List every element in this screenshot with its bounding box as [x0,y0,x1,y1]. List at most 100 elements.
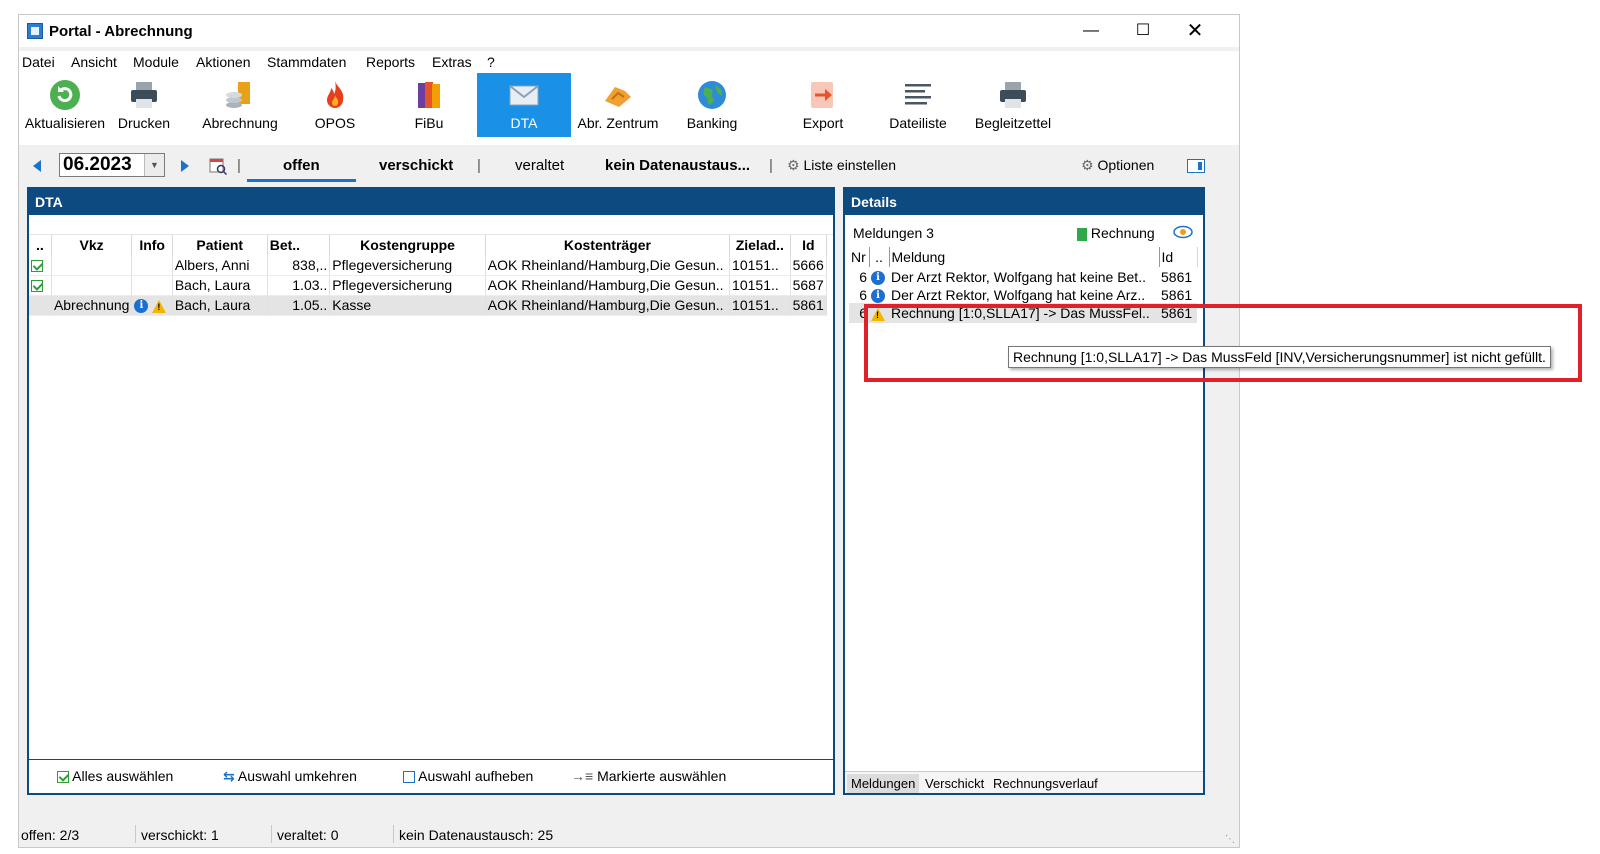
col-kostengruppe[interactable]: Kostengruppe [329,235,486,255]
info-icon: i [871,289,885,304]
dta-button[interactable]: DTA [477,73,571,137]
panel-toggle-icon[interactable] [1187,159,1205,173]
maximize-button[interactable]: ☐ [1123,19,1163,43]
col-type[interactable]: .. [869,247,890,267]
calendar-search-icon[interactable] [209,157,227,175]
table-row[interactable]: Bach, Laura 1.03.. Pflegeversicherung AO… [29,275,828,296]
tab-rechnungsverlauf[interactable]: Rechnungsverlauf [989,774,1102,793]
tab-kein-datenaustausch[interactable]: kein Datenaustaus... [605,157,750,174]
menu-aktionen[interactable]: Aktionen [196,54,250,70]
handshake-icon [605,87,631,107]
tab-verschickt-details[interactable]: Verschickt [921,774,988,793]
col-patient[interactable]: Patient [172,235,268,255]
gear-icon: ⚙ [787,157,800,173]
row-checkbox[interactable] [29,255,52,276]
aktualisieren-button[interactable]: Aktualisieren [19,73,111,137]
status-verschickt: verschickt: 1 [141,827,219,843]
row-checkbox[interactable] [29,275,52,296]
col-check[interactable]: .. [29,235,52,255]
menu-stammdaten[interactable]: Stammdaten [267,54,346,70]
table-row[interactable]: 6 i Der Arzt Rektor, Wolfgang hat keine … [849,267,1197,287]
status-veraltet: veraltet: 0 [277,827,339,843]
menu-ansicht[interactable]: Ansicht [71,54,117,70]
status-bar: offen: 2/3 verschickt: 1 veraltet: 0 kei… [19,823,1239,847]
export-icon [811,82,833,108]
app-window: Portal - Abrechnung — ☐ ✕ Datei Ansicht … [18,14,1240,848]
globe-icon [698,81,726,109]
nav-bar: 06.2023 ▼ | offen verschickt | veraltet … [19,147,1239,183]
title-bar: Portal - Abrechnung — ☐ ✕ [19,15,1239,47]
export-button[interactable]: Export [793,73,853,137]
invert-selection-button[interactable]: ⇆ Auswahl umkehren [223,768,357,785]
begleitzettel-button[interactable]: Begleitzettel [969,73,1057,137]
period-select[interactable]: 06.2023 ▼ [59,153,165,177]
menu-extras[interactable]: Extras [432,54,472,70]
menu-datei[interactable]: Datei [22,54,55,70]
banking-button[interactable]: Banking [675,73,749,137]
clear-selection-button[interactable]: Auswahl aufheben [403,768,533,784]
tab-veraltet[interactable]: veraltet [515,157,564,174]
col-nr[interactable]: Nr [849,247,870,267]
table-row[interactable]: 6 i Der Arzt Rektor, Wolfgang hat keine … [849,287,1197,304]
liste-einstellen-button[interactable]: ⚙ Liste einstellen [787,157,896,174]
dta-footer: Alles auswählen ⇆ Auswahl umkehren Auswa… [29,759,833,793]
tab-offen[interactable]: offen [283,157,320,174]
menu-reports[interactable]: Reports [366,54,415,70]
books-icon [418,82,440,108]
document-icon [1077,227,1087,241]
col-id[interactable]: Id [790,235,828,255]
col-info[interactable]: Info [131,235,173,255]
list-select-icon: →≡ [571,768,594,784]
warning-icon [152,299,167,313]
next-period-icon[interactable] [179,159,191,173]
drucken-button[interactable]: Drucken [111,73,177,137]
menu-help[interactable]: ? [487,54,495,70]
checkbox-empty-icon [403,771,415,784]
select-all-button[interactable]: Alles auswählen [57,768,173,784]
col-id[interactable]: Id [1159,247,1198,267]
col-kostentraeger[interactable]: Kostenträger [485,235,731,255]
eye-icon[interactable] [1173,225,1193,239]
opos-button[interactable]: OPOS [305,73,365,137]
info-icon: i [134,299,149,314]
fibu-button[interactable]: FiBu [399,73,459,137]
select-marked-button[interactable]: →≡ Markierte auswählen [571,768,726,784]
column-filter-row [29,215,833,235]
row-checkbox[interactable] [29,295,52,316]
abrechnung-button[interactable]: Abrechnung [195,73,285,137]
dta-panel-title: DTA [29,189,833,215]
active-tab-underline [247,179,356,182]
col-meldung[interactable]: Meldung [889,247,1160,267]
printer-icon [131,82,157,108]
flame-icon [327,81,344,108]
table-row[interactable]: Albers, Anni 838,.. Pflegeversicherung A… [29,255,828,276]
chevron-down-icon[interactable]: ▼ [144,154,164,176]
menu-module[interactable]: Module [133,54,179,70]
coins-icon [226,82,250,108]
dateiliste-button[interactable]: Dateiliste [883,73,953,137]
tab-verschickt[interactable]: verschickt [379,157,453,174]
gear-icon: ⚙ [1081,157,1094,173]
window-title: Portal - Abrechnung [49,23,193,40]
printer-icon [1000,82,1026,108]
list-icon [905,84,931,105]
close-button[interactable]: ✕ [1175,19,1215,43]
tab-meldungen[interactable]: Meldungen [847,774,920,793]
col-zielad[interactable]: Zielad.. [729,235,791,255]
col-betrag[interactable]: Bet.. [267,235,331,255]
envelope-icon [509,85,539,106]
refresh-icon [50,80,80,110]
rechnung-button[interactable]: Rechnung [1077,225,1155,241]
resize-grip-icon[interactable]: ⋱ [1225,834,1235,845]
prev-period-icon[interactable] [31,159,43,173]
minimize-button[interactable]: — [1071,19,1111,43]
abr-zentrum-button[interactable]: Abr. Zentrum [571,73,665,137]
details-panel-title: Details [845,189,1203,215]
table-header: Nr .. Meldung Id [849,247,1198,267]
info-icon: i [871,271,885,286]
table-row-selected[interactable]: Abrechnung i Bach, Laura 1.05.. Kasse AO… [29,295,828,316]
optionen-button[interactable]: ⚙ Optionen [1081,157,1154,174]
meldungen-count: Meldungen 3 [853,225,934,241]
dta-panel: DTA .. Vkz Info Patient Bet.. Kostengrup… [27,187,835,795]
col-vkz[interactable]: Vkz [51,235,133,255]
